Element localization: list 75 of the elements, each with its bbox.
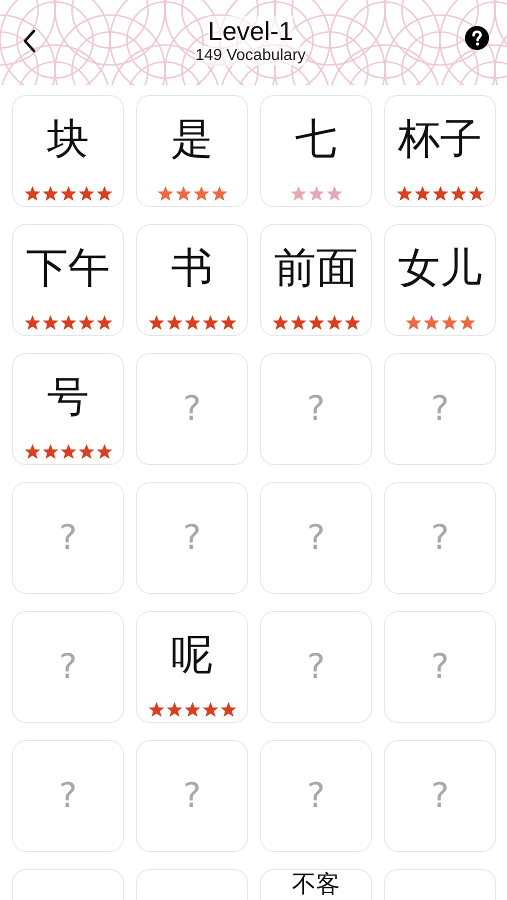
star-icon [148, 314, 164, 331]
star-icon [220, 701, 236, 718]
word-tile[interactable]: ? [260, 611, 372, 723]
star-icon [156, 185, 174, 202]
star-icon [192, 185, 210, 202]
star-icon [308, 185, 324, 202]
word-tile[interactable]: 不客 [260, 869, 372, 900]
star-icon [468, 185, 484, 202]
star-icon [290, 185, 306, 202]
word-tile[interactable]: ? [384, 353, 496, 465]
star-icon [272, 314, 288, 331]
star-icon [326, 314, 342, 331]
word-tile[interactable]: ? [384, 482, 496, 594]
word-tile[interactable]: ? [260, 482, 372, 594]
star-icon [184, 701, 200, 718]
word-tile[interactable]: 下午 [12, 224, 124, 336]
star-icon [96, 185, 112, 202]
word-tile[interactable]: 号 [12, 353, 124, 465]
star-icon [184, 314, 200, 331]
word-tile[interactable]: ? [136, 740, 248, 852]
star-icon [202, 701, 218, 718]
word-tile[interactable]: 书 [136, 224, 248, 336]
star-icon [220, 314, 236, 331]
star-icon [414, 185, 430, 202]
word-tile[interactable]: 前面 [260, 224, 372, 336]
star-icon [326, 185, 342, 202]
star-icon [344, 314, 360, 331]
star-icon [78, 314, 94, 331]
word-tile[interactable]: 呢 [136, 611, 248, 723]
star-icon [42, 443, 58, 460]
star-icon [24, 314, 40, 331]
star-icon [440, 314, 458, 331]
star-icon [396, 185, 412, 202]
word-tile[interactable]: 七 [260, 95, 372, 207]
star-icon [166, 701, 182, 718]
star-icon [60, 443, 76, 460]
word-tile[interactable]: 块 [12, 95, 124, 207]
star-icon [432, 185, 448, 202]
star-icon [202, 314, 218, 331]
screen-title: Level-1 [208, 16, 294, 46]
word-tile[interactable]: 是 [136, 95, 248, 207]
word-tile[interactable]: ? [260, 740, 372, 852]
star-icon [308, 314, 324, 331]
star-icon [422, 314, 440, 331]
word-tile[interactable]: ? [12, 482, 124, 594]
word-tile[interactable]: ? [136, 482, 248, 594]
star-icon [174, 185, 192, 202]
star-icon [24, 443, 40, 460]
star-icon [166, 314, 182, 331]
back-icon[interactable] [22, 28, 36, 52]
star-icon [450, 185, 466, 202]
star-icon [60, 314, 76, 331]
star-icon [96, 443, 112, 460]
help-icon[interactable] [465, 26, 489, 50]
star-icon [458, 314, 476, 331]
word-tile[interactable]: ? [12, 740, 124, 852]
star-icon [24, 185, 40, 202]
word-tile[interactable]: 女儿 [384, 224, 496, 336]
star-icon [42, 185, 58, 202]
word-tile[interactable]: ? [384, 740, 496, 852]
star-icon [78, 443, 94, 460]
star-icon [78, 185, 94, 202]
star-icon [290, 314, 306, 331]
star-icon [60, 185, 76, 202]
vocabulary-count: 149 Vocabulary [195, 46, 306, 66]
word-tile[interactable]: ? [260, 353, 372, 465]
star-icon [404, 314, 422, 331]
word-tile[interactable]: 杯子 [384, 95, 496, 207]
star-icon [42, 314, 58, 331]
star-icon [96, 314, 112, 331]
word-tile[interactable]: ? [12, 611, 124, 723]
star-icon [210, 185, 228, 202]
word-tile[interactable]: ? [136, 353, 248, 465]
star-icon [148, 701, 164, 718]
word-tile[interactable]: ? [384, 611, 496, 723]
